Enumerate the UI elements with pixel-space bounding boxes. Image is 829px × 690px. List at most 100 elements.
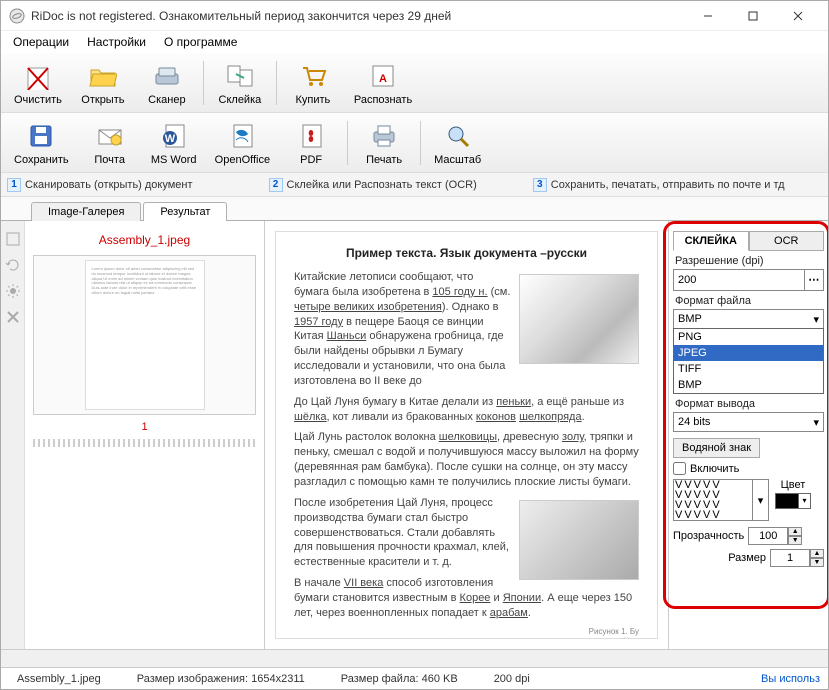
mail-button[interactable]: Почта [80, 116, 140, 170]
watermark-pattern[interactable]: VVVVV VVVVV VVVVV VVVVV [673, 479, 753, 521]
doc-title: Пример текста. Язык документа –русски [294, 246, 639, 260]
tab-glue-settings[interactable]: СКЛЕЙКА [673, 231, 749, 251]
toolbar-separator [420, 121, 421, 165]
resolution-more-button[interactable]: ⋯ [805, 269, 824, 291]
chevron-down-icon: ▾ [813, 416, 819, 429]
openoffice-icon [226, 120, 258, 152]
brightness-icon[interactable] [5, 283, 21, 299]
tab-gallery[interactable]: Image-Галерея [31, 202, 141, 221]
doc-image-paper [519, 274, 639, 364]
tab-result[interactable]: Результат [143, 202, 227, 221]
statusbar: Assembly_1.jpeg Размер изображения: 1654… [1, 667, 828, 689]
format-option-png[interactable]: PNG [674, 329, 823, 345]
save-icon [25, 120, 57, 152]
thumbnail[interactable]: Lorem ipsum dolor sit amet consectetur a… [33, 255, 256, 415]
glue-icon [224, 60, 256, 92]
thumb-title: Assembly_1.jpeg [33, 229, 256, 251]
status-filename: Assembly_1.jpeg [9, 673, 109, 685]
clear-icon [22, 60, 54, 92]
spin-up[interactable]: ▲ [788, 527, 802, 536]
document-page[interactable]: Пример текста. Язык документа –русски Ки… [275, 231, 658, 639]
format-option-bmp[interactable]: BMP [674, 377, 823, 393]
open-button[interactable]: Открыть [73, 56, 133, 110]
status-dpi: 200 dpi [486, 673, 538, 685]
transparency-label: Прозрачность [673, 530, 744, 542]
folder-open-icon [87, 60, 119, 92]
svg-text:W: W [164, 133, 175, 145]
chevron-down-icon: ▾ [813, 313, 819, 326]
scanner-icon [151, 60, 183, 92]
menubar: Операции Настройки О программе [1, 31, 828, 53]
scrollbar-horizontal[interactable] [1, 649, 828, 667]
thumb-page-number: 1 [33, 421, 256, 433]
color-picker[interactable] [775, 493, 799, 509]
doc-image-folded [519, 500, 639, 580]
file-format-label: Формат файла [675, 295, 824, 307]
magnifier-icon [442, 120, 474, 152]
app-icon [9, 8, 25, 24]
menu-operations[interactable]: Операции [5, 33, 77, 51]
menu-about[interactable]: О программе [156, 33, 245, 51]
word-button[interactable]: W MS Word [144, 116, 204, 170]
maximize-button[interactable] [730, 2, 775, 30]
step-2[interactable]: 2Склейка или Распознать текст (OCR) [269, 178, 477, 192]
color-dropdown[interactable]: ▾ [799, 493, 811, 509]
cart-icon [297, 60, 329, 92]
format-option-tiff[interactable]: TIFF [674, 361, 823, 377]
save-button[interactable]: Сохранить [7, 116, 76, 170]
output-format-select[interactable]: 24 bits▾ [673, 412, 824, 432]
tab-ocr-settings[interactable]: OCR [749, 231, 825, 251]
thumbnail-pane: Assembly_1.jpeg Lorem ipsum dolor sit am… [25, 221, 265, 649]
glue-button[interactable]: Склейка [210, 56, 270, 110]
status-file-size: Размер файла: 460 KB [333, 673, 466, 685]
toolbar-main: Очистить Открыть Сканер Склейка Купить A… [1, 53, 828, 113]
crop-icon[interactable] [5, 231, 21, 247]
scanner-button[interactable]: Сканер [137, 56, 197, 110]
format-option-jpeg[interactable]: JPEG [674, 345, 823, 361]
watermark-enable-checkbox[interactable] [673, 462, 686, 475]
word-icon: W [158, 120, 190, 152]
size-input[interactable] [770, 549, 810, 567]
view-tabs: Image-Галерея Результат [1, 197, 828, 221]
toolbar-separator [347, 121, 348, 165]
clear-button[interactable]: Очистить [7, 56, 69, 110]
print-button[interactable]: Печать [354, 116, 414, 170]
spin-up[interactable]: ▲ [810, 549, 824, 558]
step-3[interactable]: 3Сохранить, печатать, отправить по почте… [533, 178, 785, 192]
close-button[interactable] [775, 2, 820, 30]
ocr-recognize-button[interactable]: A Распознать [347, 56, 419, 110]
zoom-button[interactable]: Масштаб [427, 116, 488, 170]
file-format-select[interactable]: BMP▾ [673, 309, 824, 329]
color-label: Цвет [781, 479, 806, 491]
watermark-enable-label: Включить [690, 463, 739, 475]
minimize-button[interactable] [685, 2, 730, 30]
openoffice-button[interactable]: OpenOffice [208, 116, 277, 170]
resolution-label: Разрешение (dpi) [675, 255, 824, 267]
preview-pane: Пример текста. Язык документа –русски Ки… [265, 221, 668, 649]
toolbar-separator [203, 61, 204, 105]
output-format-label: Формат вывода [675, 398, 824, 410]
steps-row: 1Сканировать (открыть) документ 2Склейка… [1, 173, 828, 197]
watermark-group: Водяной знак [673, 438, 760, 458]
mail-icon [94, 120, 126, 152]
toolbar-export: Сохранить Почта W MS Word OpenOffice PDF… [1, 113, 828, 173]
rotate-icon[interactable] [5, 257, 21, 273]
step-1[interactable]: 1Сканировать (открыть) документ [7, 178, 193, 192]
pdf-button[interactable]: PDF [281, 116, 341, 170]
svg-text:A: A [379, 73, 387, 85]
menu-settings[interactable]: Настройки [79, 33, 154, 51]
pane-divider[interactable] [33, 439, 256, 447]
status-link[interactable]: Вы использ [761, 673, 820, 685]
transparency-input[interactable] [748, 527, 788, 545]
spin-down[interactable]: ▼ [788, 536, 802, 545]
titlebar: RiDoc is not registered. Ознакомительный… [1, 1, 828, 31]
buy-button[interactable]: Купить [283, 56, 343, 110]
delete-icon[interactable] [5, 309, 21, 325]
resolution-input[interactable] [673, 269, 805, 291]
window-title: RiDoc is not registered. Ознакомительный… [31, 9, 685, 23]
left-tool-strip [1, 221, 25, 649]
watermark-pattern-dropdown[interactable]: ▾ [753, 479, 769, 521]
size-label: Размер [728, 552, 766, 564]
spin-down[interactable]: ▼ [810, 558, 824, 567]
pdf-icon [295, 120, 327, 152]
